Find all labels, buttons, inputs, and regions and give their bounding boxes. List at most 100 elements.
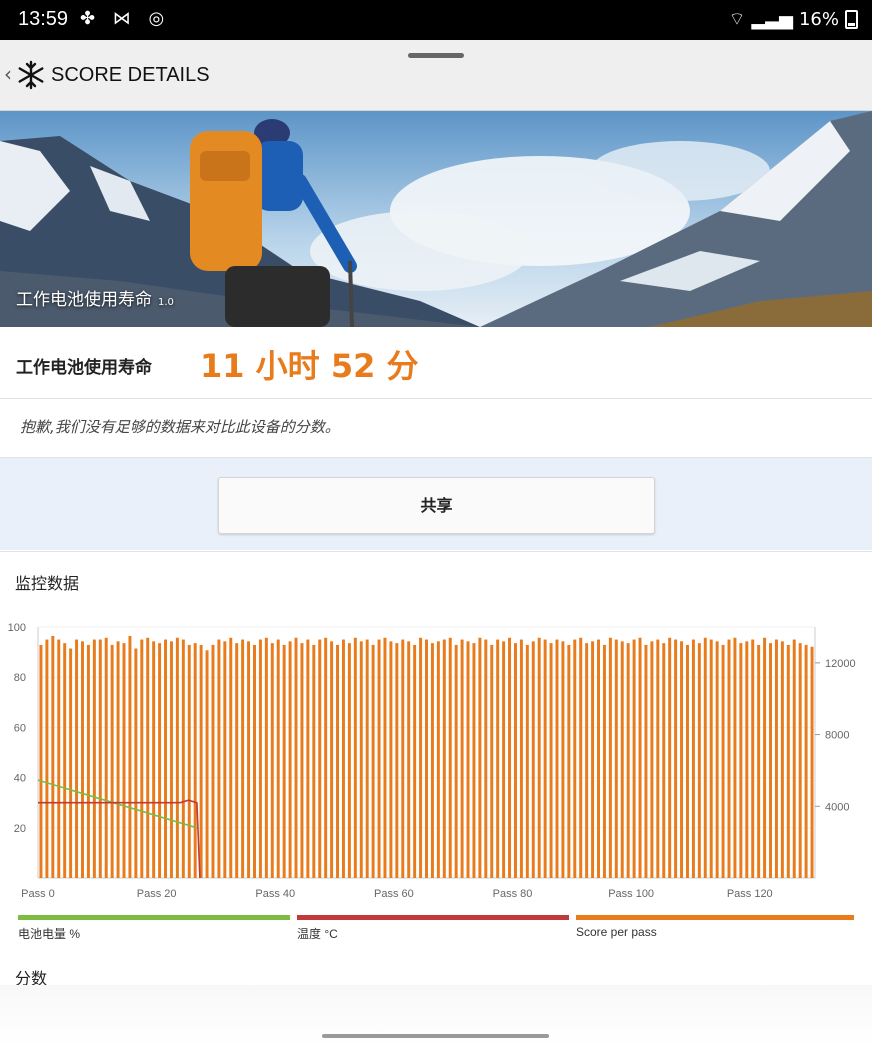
score-bar xyxy=(436,641,440,878)
score-bar xyxy=(110,644,114,878)
score-bar xyxy=(51,635,55,878)
score-bar xyxy=(104,637,108,878)
score-bar xyxy=(715,641,719,878)
monitoring-chart: 100 80 60 40 20 12000 8000 4000 Pass 0 Pass 20 Pas… xyxy=(0,607,872,907)
score-bar xyxy=(253,644,256,878)
score-bar xyxy=(63,643,67,878)
legend-item-score: Score per pass xyxy=(576,915,854,939)
score-bar xyxy=(116,641,120,878)
score-bar xyxy=(75,639,79,878)
score-bar xyxy=(668,637,672,878)
score-bar xyxy=(365,639,369,878)
score-bar xyxy=(573,639,577,878)
score-bar xyxy=(549,643,553,878)
hero-caption-text: 工作电池使用寿命 xyxy=(16,290,152,310)
app-bar: ‹ SCORE DETAILS xyxy=(0,40,872,111)
score-bar xyxy=(751,639,755,878)
score-bar xyxy=(199,644,203,878)
score-bar xyxy=(175,637,179,878)
score-bar xyxy=(739,643,743,878)
y-tick-label-right: 8000 xyxy=(825,730,849,742)
battery-icon xyxy=(845,10,858,29)
score-bar xyxy=(680,641,684,878)
score-bar xyxy=(685,644,689,878)
score-bar xyxy=(561,641,565,878)
score-result-row: 工作电池使用寿命 11 小时 52 分 xyxy=(0,327,872,399)
score-bar xyxy=(294,637,298,878)
y-tick-label-left: 40 xyxy=(14,773,26,785)
score-bar xyxy=(45,639,49,878)
score-bar xyxy=(288,641,292,878)
score-bar xyxy=(264,637,268,878)
score-bar xyxy=(336,644,340,878)
score-bar xyxy=(383,637,387,878)
share-button[interactable]: 共享 xyxy=(218,477,655,534)
legend-label-battery: 电池电量 % xyxy=(18,927,81,941)
score-bar xyxy=(371,644,375,878)
score-bar xyxy=(525,644,529,878)
drag-handle[interactable] xyxy=(408,53,464,58)
score-bar xyxy=(555,639,559,878)
score-label: 工作电池使用寿命 xyxy=(16,358,152,378)
legend-label-temperature: 温度 °C xyxy=(297,927,338,941)
score-bar xyxy=(401,639,405,878)
score-bar xyxy=(579,637,583,878)
score-bar xyxy=(187,644,191,878)
legend-item-temperature: 温度 °C xyxy=(297,915,569,942)
score-bar xyxy=(158,643,162,878)
score-bar xyxy=(92,639,96,878)
score-bar xyxy=(496,639,500,878)
score-bar xyxy=(241,639,245,878)
score-bar xyxy=(81,641,84,878)
score-bar xyxy=(638,637,642,878)
score-bar xyxy=(769,643,772,878)
score-bar xyxy=(448,637,452,878)
score-bar xyxy=(247,641,251,878)
score-value: 11 小时 52 分 xyxy=(200,347,419,385)
score-bar xyxy=(430,643,434,878)
snowflake-logo-icon xyxy=(18,60,44,90)
score-bar xyxy=(389,641,393,878)
score-bar xyxy=(650,641,654,878)
notification-icons: ✤ ⋈ ◎ xyxy=(80,8,171,29)
score-bar xyxy=(591,641,595,878)
legend-swatch-score xyxy=(576,915,854,920)
y-tick-label-left: 20 xyxy=(14,823,26,835)
score-bar xyxy=(597,639,600,878)
score-bar xyxy=(276,639,280,878)
score-bar xyxy=(57,639,61,878)
score-bar xyxy=(229,637,233,878)
page-title: SCORE DETAILS xyxy=(51,64,210,86)
score-bar xyxy=(519,639,523,878)
score-bar xyxy=(478,637,482,878)
wifi-icon: ⌔ xyxy=(728,9,746,30)
score-bar xyxy=(484,639,488,878)
score-bar xyxy=(757,644,761,878)
score-bar xyxy=(122,643,126,878)
score-bar xyxy=(359,641,363,878)
score-bar xyxy=(602,644,606,878)
score-bar xyxy=(508,637,512,878)
score-bar xyxy=(152,641,156,878)
score-bar xyxy=(211,644,215,878)
score-bar xyxy=(413,644,417,878)
x-tick-label: Pass 60 xyxy=(374,888,414,900)
score-bar xyxy=(810,646,814,878)
score-bar xyxy=(395,643,399,878)
score-bar xyxy=(312,644,316,878)
score-bar xyxy=(697,643,701,878)
navigation-handle[interactable] xyxy=(322,1034,549,1038)
score-bar xyxy=(674,639,678,878)
signal-icon: ▂▃▅ xyxy=(751,9,793,30)
chart-legend: 电池电量 % 温度 °C Score per pass xyxy=(0,915,872,955)
score-bar xyxy=(709,639,713,878)
score-bar xyxy=(804,644,808,878)
score-bar xyxy=(620,641,624,878)
back-chevron-icon[interactable]: ‹ xyxy=(4,62,12,86)
score-bar xyxy=(513,643,517,878)
status-right: ⌔ ▂▃▅ 16% xyxy=(729,8,858,31)
x-tick-label: Pass 100 xyxy=(608,888,654,900)
score-bar xyxy=(258,639,262,878)
score-bar xyxy=(282,644,286,878)
score-bar xyxy=(300,643,304,878)
